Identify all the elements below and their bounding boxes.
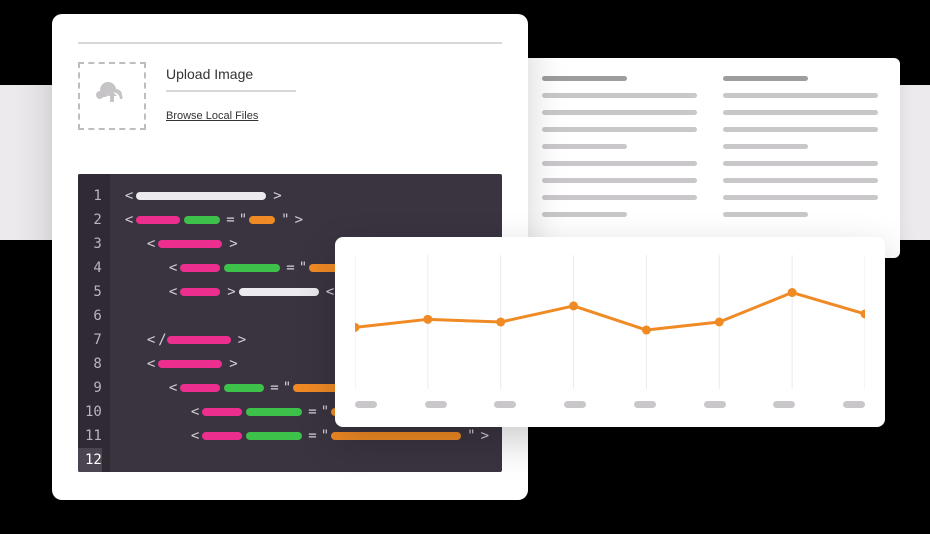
line-number: 4 (78, 256, 102, 280)
chart-point (423, 315, 432, 324)
line-number: 9 (78, 376, 102, 400)
chart-x-axis (355, 401, 865, 413)
chart-line (355, 293, 865, 331)
text-placeholder-line (723, 110, 878, 115)
line-number: 1 (78, 184, 102, 208)
chart-point (569, 301, 578, 310)
upload-separator (166, 90, 296, 92)
code-line: <=""> (188, 424, 492, 448)
upload-dropzone[interactable] (78, 62, 146, 130)
chart-point (861, 309, 866, 318)
text-placeholder-line (723, 212, 808, 217)
line-number: 10 (78, 400, 102, 424)
line-number: 6 (78, 304, 102, 328)
text-placeholder-line (723, 127, 878, 132)
text-placeholder-line (542, 93, 697, 98)
chart-x-tick (355, 401, 377, 408)
text-placeholder-line (542, 212, 627, 217)
text-placeholder-line (542, 110, 697, 115)
chart-x-tick (634, 401, 656, 408)
line-number: 8 (78, 352, 102, 376)
text-placeholder-line (542, 178, 697, 183)
line-number: 7 (78, 328, 102, 352)
chart-x-tick (773, 401, 795, 408)
chart-x-tick (564, 401, 586, 408)
line-number: 3 (78, 232, 102, 256)
chart-x-tick (425, 401, 447, 408)
code-line: <=""> (122, 208, 492, 232)
text-placeholder-line (723, 76, 808, 81)
chart-point (496, 318, 505, 327)
chart-point (788, 288, 797, 297)
line-number: 11 (78, 424, 102, 448)
upload-title: Upload Image (166, 66, 296, 82)
chart-card (335, 237, 885, 427)
chart-x-tick (494, 401, 516, 408)
code-line: <> (122, 184, 492, 208)
header-divider (78, 42, 502, 44)
text-placeholder-line (723, 93, 878, 98)
chart-point (642, 326, 651, 335)
text-placeholder-line (542, 144, 627, 149)
line-number: 2 (78, 208, 102, 232)
chart-point (715, 318, 724, 327)
text-placeholder-line (723, 195, 878, 200)
line-number: 12 (78, 448, 102, 472)
chart-x-tick (843, 401, 865, 408)
code-line (122, 448, 492, 472)
text-placeholder-line (723, 161, 878, 166)
text-placeholder-line (723, 144, 808, 149)
cloud-upload-icon (94, 81, 130, 112)
chart-point (355, 323, 360, 332)
text-placeholder-line (542, 127, 697, 132)
chart-plot-area (355, 255, 865, 389)
text-placeholder-line (542, 76, 627, 81)
text-placeholder-line (542, 161, 697, 166)
text-placeholder-line (723, 178, 878, 183)
line-number: 5 (78, 280, 102, 304)
text-placeholder-card (520, 58, 900, 258)
editor-gutter: 123456789101112 (78, 174, 110, 472)
text-placeholder-line (542, 195, 697, 200)
chart-x-tick (704, 401, 726, 408)
browse-files-link[interactable]: Browse Local Files (166, 110, 258, 122)
